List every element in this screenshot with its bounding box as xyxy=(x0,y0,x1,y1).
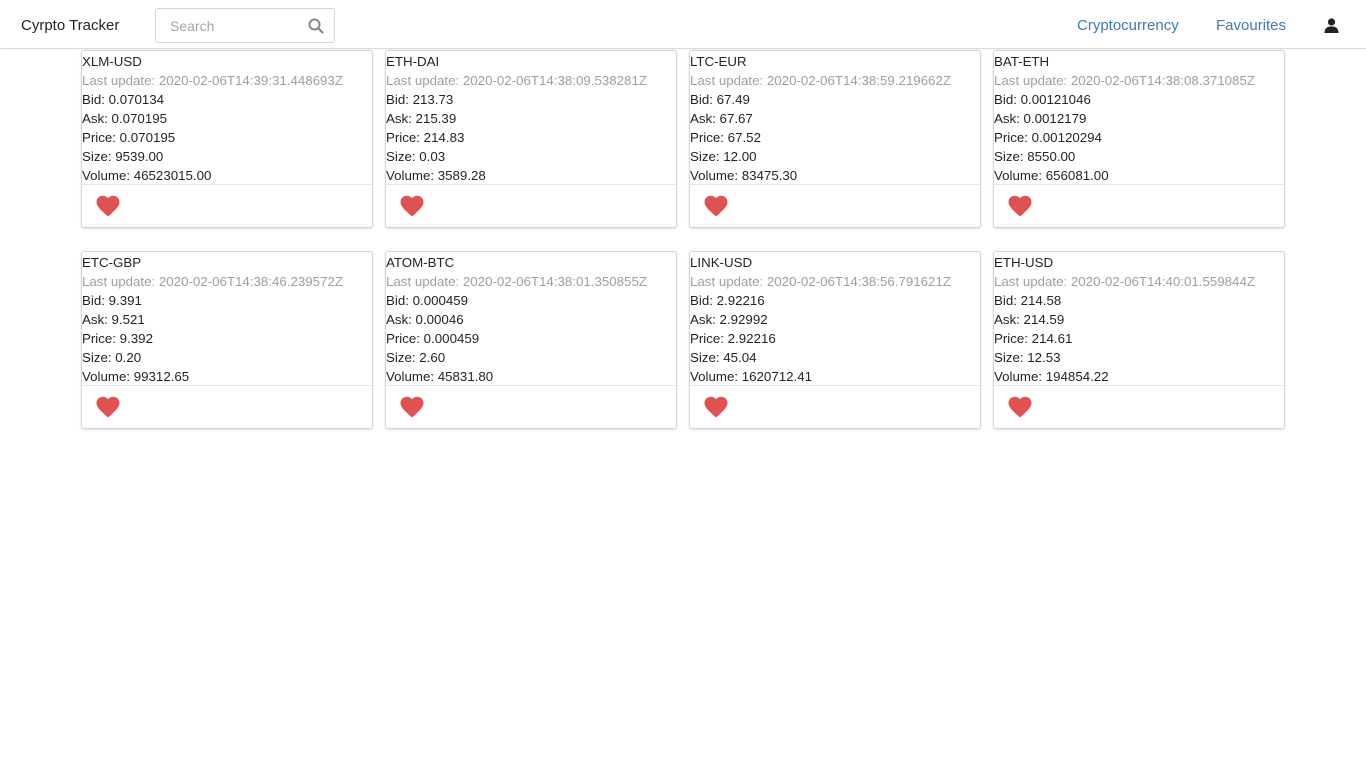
card-footer xyxy=(994,185,1284,227)
card-ask: Ask: 2.92992 xyxy=(690,312,768,327)
crypto-card: LTC-EUR Last update: 2020-02-06T14:38:59.… xyxy=(689,50,981,228)
card-pair-title: ETC-GBP xyxy=(82,255,142,270)
card-bid: Bid: 67.49 xyxy=(690,92,750,107)
card-size: Size: 45.04 xyxy=(690,350,757,365)
card-ask: Ask: 0.00046 xyxy=(386,312,464,327)
card-body: BAT-ETH Last update: 2020-02-06T14:38:08.… xyxy=(994,51,1284,185)
card-body: LTC-EUR Last update: 2020-02-06T14:38:59.… xyxy=(690,51,980,185)
card-size: Size: 0.20 xyxy=(82,350,142,365)
search-icon[interactable] xyxy=(308,18,324,34)
card-pair-title: ETH-DAI xyxy=(386,54,440,69)
card-last-update: Last update: 2020-02-06T14:39:31.448693Z xyxy=(82,73,343,88)
card-price: Price: 0.00120294 xyxy=(994,130,1102,145)
card-footer xyxy=(690,185,980,227)
card-volume: Volume: 194854.22 xyxy=(994,369,1109,384)
card-last-update: Last update: 2020-02-06T14:38:08.371085Z xyxy=(994,73,1255,88)
card-bid: Bid: 214.58 xyxy=(994,293,1062,308)
brand-title[interactable]: Cyrpto Tracker xyxy=(21,17,119,35)
card-bid: Bid: 2.92216 xyxy=(690,293,765,308)
card-body: ETC-GBP Last update: 2020-02-06T14:38:46.… xyxy=(82,252,372,386)
crypto-card: ETH-DAI Last update: 2020-02-06T14:38:09.… xyxy=(385,50,677,228)
card-size: Size: 12.53 xyxy=(994,350,1061,365)
card-last-update: Last update: 2020-02-06T14:40:01.559844Z xyxy=(994,274,1255,289)
crypto-card: BAT-ETH Last update: 2020-02-06T14:38:08.… xyxy=(993,50,1285,228)
card-ask: Ask: 9.521 xyxy=(82,312,145,327)
card-last-update: Last update: 2020-02-06T14:38:56.791621Z xyxy=(690,274,951,289)
favourite-heart-icon[interactable] xyxy=(400,396,424,418)
user-icon[interactable] xyxy=(1324,18,1339,33)
card-bid: Bid: 0.00121046 xyxy=(994,92,1091,107)
card-pair-title: XLM-USD xyxy=(82,54,142,69)
search-input[interactable] xyxy=(156,9,304,42)
card-price: Price: 2.92216 xyxy=(690,331,776,346)
card-price: Price: 9.392 xyxy=(82,331,153,346)
favourite-heart-icon[interactable] xyxy=(704,396,728,418)
card-bid: Bid: 213.73 xyxy=(386,92,454,107)
card-pair-title: BAT-ETH xyxy=(994,54,1050,69)
favourite-heart-icon[interactable] xyxy=(704,195,728,217)
crypto-card: ATOM-BTC Last update: 2020-02-06T14:38:01… xyxy=(385,251,677,429)
card-last-update: Last update: 2020-02-06T14:38:09.538281Z xyxy=(386,73,647,88)
card-volume: Volume: 99312.65 xyxy=(82,369,190,384)
card-price: Price: 67.52 xyxy=(690,130,761,145)
card-size: Size: 9539.00 xyxy=(82,149,164,164)
crypto-card: LINK-USD Last update: 2020-02-06T14:38:56… xyxy=(689,251,981,429)
card-last-update: Last update: 2020-02-06T14:38:46.239572Z xyxy=(82,274,343,289)
card-volume: Volume: 656081.00 xyxy=(994,168,1109,183)
favourite-heart-icon[interactable] xyxy=(96,195,120,217)
favourite-heart-icon[interactable] xyxy=(1008,396,1032,418)
card-volume: Volume: 1620712.41 xyxy=(690,369,812,384)
card-bid: Bid: 0.000459 xyxy=(386,293,469,308)
card-size: Size: 2.60 xyxy=(386,350,446,365)
card-volume: Volume: 83475.30 xyxy=(690,168,798,183)
card-body: ATOM-BTC Last update: 2020-02-06T14:38:01… xyxy=(386,252,676,386)
nav-link-cryptocurrency[interactable]: Cryptocurrency xyxy=(1077,17,1179,35)
nav-link-favourites[interactable]: Favourites xyxy=(1216,17,1286,35)
card-price: Price: 214.61 xyxy=(994,331,1073,346)
crypto-card: XLM-USD Last update: 2020-02-06T14:39:31.… xyxy=(81,50,373,228)
card-price: Price: 0.070195 xyxy=(82,130,176,145)
card-body: ETH-DAI Last update: 2020-02-06T14:38:09.… xyxy=(386,51,676,185)
card-volume: Volume: 45831.80 xyxy=(386,369,494,384)
card-footer xyxy=(82,386,372,428)
card-size: Size: 0.03 xyxy=(386,149,446,164)
card-footer xyxy=(386,386,676,428)
card-ask: Ask: 214.59 xyxy=(994,312,1065,327)
card-body: LINK-USD Last update: 2020-02-06T14:38:56… xyxy=(690,252,980,386)
card-pair-title: ETH-USD xyxy=(994,255,1054,270)
card-price: Price: 0.000459 xyxy=(386,331,480,346)
search-box xyxy=(155,8,335,43)
card-bid: Bid: 9.391 xyxy=(82,293,142,308)
card-footer xyxy=(994,386,1284,428)
card-pair-title: ATOM-BTC xyxy=(386,255,455,270)
card-last-update: Last update: 2020-02-06T14:38:59.219662Z xyxy=(690,73,951,88)
card-footer xyxy=(386,185,676,227)
card-volume: Volume: 46523015.00 xyxy=(82,168,212,183)
card-price: Price: 214.83 xyxy=(386,130,465,145)
card-footer xyxy=(82,185,372,227)
crypto-card: ETC-GBP Last update: 2020-02-06T14:38:46.… xyxy=(81,251,373,429)
card-size: Size: 8550.00 xyxy=(994,149,1076,164)
favourite-heart-icon[interactable] xyxy=(1008,195,1032,217)
card-body: ETH-USD Last update: 2020-02-06T14:40:01.… xyxy=(994,252,1284,386)
card-volume: Volume: 3589.28 xyxy=(386,168,486,183)
favourite-heart-icon[interactable] xyxy=(400,195,424,217)
crypto-card: ETH-USD Last update: 2020-02-06T14:40:01.… xyxy=(993,251,1285,429)
card-size: Size: 12.00 xyxy=(690,149,757,164)
card-footer xyxy=(690,386,980,428)
card-body: XLM-USD Last update: 2020-02-06T14:39:31.… xyxy=(82,51,372,185)
card-pair-title: LINK-USD xyxy=(690,255,753,270)
card-bid: Bid: 0.070134 xyxy=(82,92,165,107)
favourite-heart-icon[interactable] xyxy=(96,396,120,418)
top-navbar: Cyrpto Tracker Cryptocurrency Favourites xyxy=(0,0,1366,49)
card-ask: Ask: 67.67 xyxy=(690,111,753,126)
card-ask: Ask: 0.0012179 xyxy=(994,111,1087,126)
card-last-update: Last update: 2020-02-06T14:38:01.350855Z xyxy=(386,274,647,289)
card-pair-title: LTC-EUR xyxy=(690,54,747,69)
card-ask: Ask: 215.39 xyxy=(386,111,457,126)
card-ask: Ask: 0.070195 xyxy=(82,111,168,126)
